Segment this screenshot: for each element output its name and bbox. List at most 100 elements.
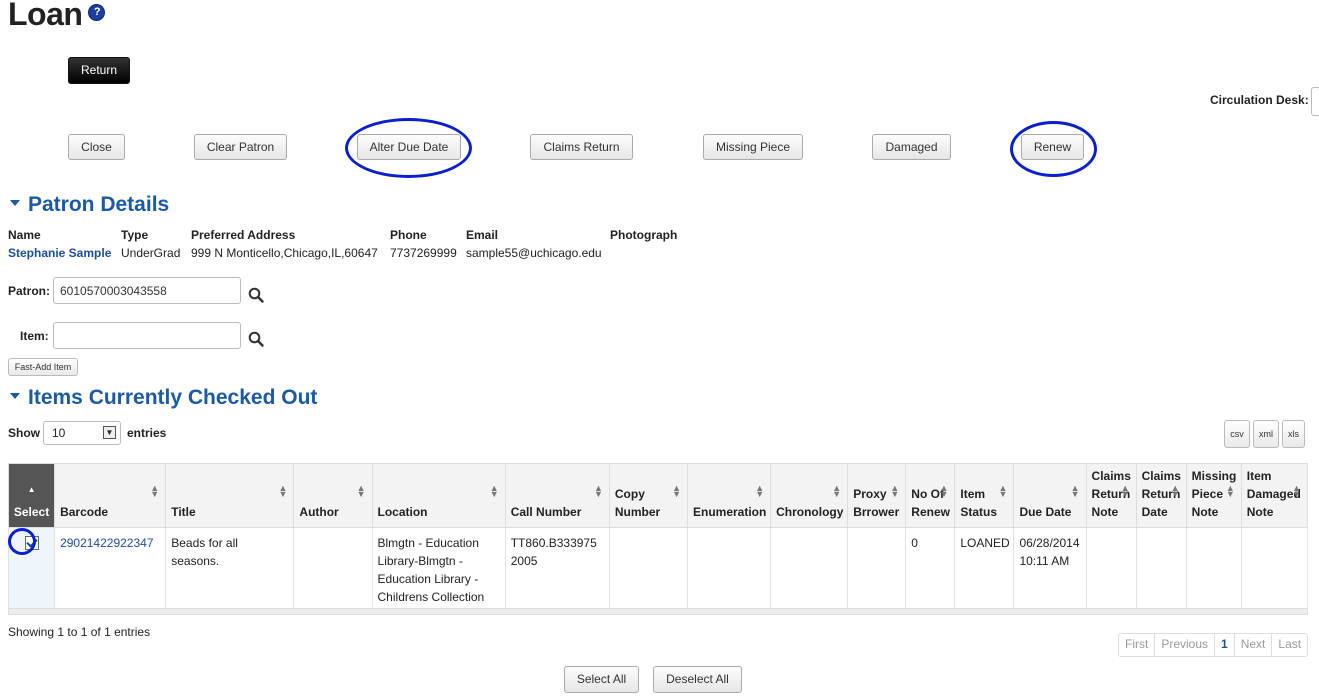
barcode-cell: 29021422922347: [54, 527, 167, 613]
column-header-barcode[interactable]: Barcode ▲ ▼: [54, 463, 167, 528]
pager-previous[interactable]: Previous: [1155, 634, 1216, 656]
item-input[interactable]: [53, 322, 241, 349]
entries-label: entries: [127, 426, 167, 440]
header-type: Type: [121, 228, 149, 242]
item-status-cell: LOANED: [954, 527, 1015, 613]
renew-button[interactable]: Renew: [1021, 134, 1084, 160]
sort-icon: ▲ ▼: [1120, 483, 1130, 499]
column-header-title[interactable]: Title ▲ ▼: [165, 463, 295, 528]
patron-email: sample55@uchicago.edu: [466, 246, 602, 260]
close-button[interactable]: Close: [68, 134, 125, 160]
patron-address: 999 N Monticello,Chicago,IL,60647: [191, 246, 378, 260]
sort-icon: ▲ ▼: [890, 483, 900, 499]
sort-icon: ▲ ▼: [998, 483, 1008, 499]
table-footer-bar: [8, 608, 1308, 615]
entries-select[interactable]: 10 ▼: [43, 421, 121, 445]
column-header-no-of-renew[interactable]: No Of Renew ▲ ▼: [905, 463, 956, 528]
column-header-item-damaged-note[interactable]: Item Damaged Note ▲ ▼: [1240, 463, 1309, 528]
fast-add-item-button[interactable]: Fast-Add Item: [8, 358, 78, 376]
patron-details-toggle[interactable]: Patron Details: [10, 193, 169, 217]
header-preferred-address: Preferred Address: [191, 228, 296, 242]
item-damaged-note-cell: [1240, 527, 1309, 613]
patron-type: UnderGrad: [121, 246, 181, 260]
clear-patron-button[interactable]: Clear Patron: [194, 134, 287, 160]
sort-icon: ▲ ▼: [1292, 483, 1301, 499]
page-title-text: Loan: [8, 0, 83, 32]
table-header-row: ▲ Select Barcode ▲ ▼ Title ▲ ▼ Author ▲ ▼ Locat…: [7, 463, 1309, 528]
claims-return-button[interactable]: Claims Return: [530, 134, 633, 160]
sort-icon: ▲ ▼: [755, 483, 765, 499]
column-header-item-status[interactable]: Item Status ▲ ▼: [954, 463, 1015, 528]
sort-icon: ▲ ▼: [356, 483, 366, 499]
select-all-button[interactable]: Select All: [564, 666, 639, 693]
pager-first[interactable]: First: [1119, 634, 1156, 656]
export-xml-button[interactable]: xml: [1253, 420, 1279, 448]
title-cell: Beads for all seasons.: [165, 527, 295, 613]
enumeration-cell: [686, 527, 772, 613]
header-name: Name: [8, 228, 41, 242]
patron-input[interactable]: [53, 277, 241, 304]
patron-details-title: Patron Details: [28, 193, 170, 216]
chronology-cell: [770, 527, 849, 613]
location-cell: Blmgtn - Education Library-Blmgtn - Educ…: [371, 527, 506, 613]
help-icon[interactable]: ?: [88, 4, 106, 22]
table-row: 29021422922347 Beads for all seasons. Bl…: [7, 527, 1309, 613]
column-header-claims-return-date[interactable]: Claims Return Date ▲ ▼: [1135, 463, 1187, 528]
missing-piece-button[interactable]: Missing Piece: [703, 134, 803, 160]
claims-return-note-cell: [1085, 527, 1137, 613]
showing-entries-text: Showing 1 to 1 of 1 entries: [8, 625, 151, 639]
pager-page-1[interactable]: 1: [1215, 634, 1235, 656]
column-header-missing-piece-note[interactable]: Missing Piece Note ▲ ▼: [1185, 463, 1242, 528]
copy-number-cell: [608, 527, 688, 613]
items-checked-out-title: Items Currently Checked Out: [28, 386, 318, 409]
column-header-proxy-borrower[interactable]: Proxy Brrower ▲ ▼: [847, 463, 907, 528]
pagination: First Previous 1 Next Last: [1118, 633, 1309, 657]
sort-icon: ▲ ▼: [489, 483, 499, 499]
return-button[interactable]: Return: [68, 57, 130, 84]
sort-icon: ▲ ▼: [1170, 483, 1180, 499]
column-header-call-number[interactable]: Call Number ▲ ▼: [504, 463, 610, 528]
due-date-cell: 06/28/2014 10:11 AM: [1013, 527, 1087, 613]
barcode-link[interactable]: 29021422922347: [60, 536, 153, 550]
author-cell: [293, 527, 373, 613]
column-header-due-date[interactable]: Due Date ▲ ▼: [1013, 463, 1087, 528]
damaged-button[interactable]: Damaged: [872, 134, 951, 160]
column-header-enumeration[interactable]: Enumeration ▲ ▼: [686, 463, 772, 528]
column-header-claims-return-note[interactable]: Claims Return Note ▲ ▼: [1085, 463, 1137, 528]
header-phone: Phone: [390, 228, 427, 242]
checked-out-table: ▲ Select Barcode ▲ ▼ Title ▲ ▼ Author ▲ ▼ Locat…: [7, 463, 1309, 613]
search-icon[interactable]: [248, 287, 264, 303]
column-header-copy-number[interactable]: Copy Number ▲ ▼: [608, 463, 688, 528]
circulation-desk-select[interactable]: [1311, 87, 1319, 116]
circulation-desk-label: Circulation Desk:: [1210, 93, 1309, 107]
search-icon[interactable]: [248, 331, 264, 347]
column-header-author[interactable]: Author ▲ ▼: [293, 463, 373, 528]
sort-icon: ▲ ▼: [672, 483, 681, 499]
patron-label: Patron:: [8, 284, 50, 298]
collapse-triangle-icon: [10, 393, 20, 400]
call-number-cell: TT860.B333975 2005: [504, 527, 610, 613]
column-header-location[interactable]: Location ▲ ▼: [371, 463, 506, 528]
sort-icon: ▲ ▼: [150, 483, 160, 499]
column-header-chronology[interactable]: Chronology ▲ ▼: [770, 463, 849, 528]
sort-icon: ▲ ▼: [593, 483, 603, 499]
export-csv-button[interactable]: csv: [1224, 420, 1250, 448]
row-select-checkbox[interactable]: [24, 536, 39, 550]
sort-icon: ▲ ▼: [278, 483, 288, 499]
patron-name-link[interactable]: Stephanie Sample: [8, 246, 111, 260]
alter-due-date-button[interactable]: Alter Due Date: [357, 134, 461, 160]
show-label: Show: [8, 426, 40, 440]
deselect-all-button[interactable]: Deselect All: [653, 666, 742, 693]
column-header-select[interactable]: ▲ Select: [7, 463, 56, 528]
page-title: Loan?: [8, 0, 106, 33]
no-of-renew-cell: 0: [905, 527, 956, 613]
sort-icon: ▲: [27, 485, 36, 494]
sort-icon: ▲ ▼: [939, 483, 949, 499]
header-photograph: Photograph: [610, 228, 678, 242]
sort-icon: ▲ ▼: [1225, 483, 1235, 499]
proxy-borrower-cell: [847, 527, 907, 613]
export-xls-button[interactable]: xls: [1282, 420, 1305, 448]
pager-last[interactable]: Last: [1272, 634, 1307, 656]
pager-next[interactable]: Next: [1235, 634, 1273, 656]
items-checked-out-toggle[interactable]: Items Currently Checked Out: [10, 386, 317, 410]
